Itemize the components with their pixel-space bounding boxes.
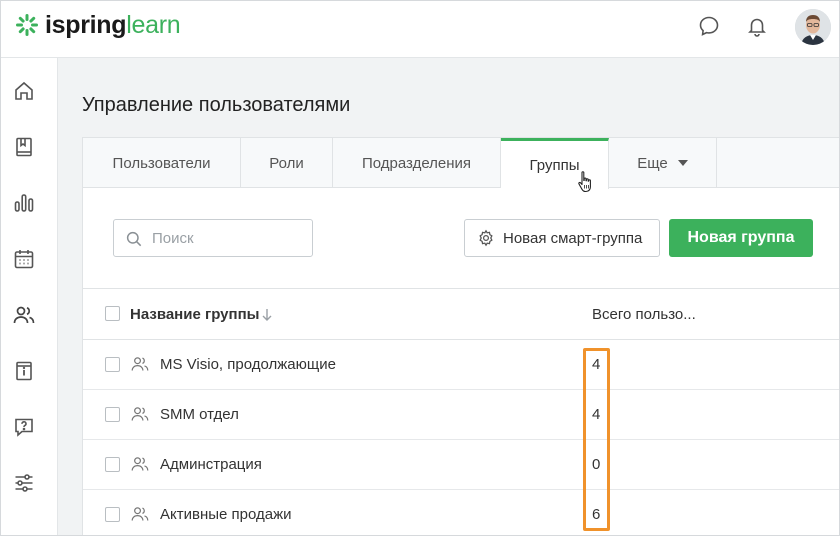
new-smart-group-label: Новая смарт-группа — [503, 229, 643, 247]
sidebar — [1, 58, 58, 535]
tab-groups-label: Группы — [529, 156, 580, 174]
chevron-down-icon — [677, 160, 688, 166]
main-content: Управление пользователями Пользователи Р… — [58, 58, 839, 535]
tab-users-label: Пользователи — [112, 154, 211, 172]
count-column-highlight — [583, 348, 610, 531]
column-header-name[interactable]: Название группы — [130, 306, 259, 323]
tab-departments-label: Подразделения — [361, 154, 472, 172]
table-row[interactable]: SMM отдел 4 — [83, 390, 839, 440]
chat-icon[interactable] — [697, 14, 721, 38]
group-name[interactable]: MS Visio, продолжающие — [160, 356, 336, 373]
group-icon — [131, 357, 149, 371]
table-row[interactable]: MS Visio, продолжающие 4 — [83, 340, 839, 390]
ispring-logo-icon — [16, 14, 38, 36]
search-input[interactable] — [152, 228, 302, 248]
search-icon — [126, 231, 142, 247]
logo[interactable]: ispringlearn — [15, 11, 181, 39]
top-bar: ispringlearn — [1, 1, 839, 58]
group-name[interactable]: Активные продажи — [160, 506, 292, 523]
groups-card: Пользователи Роли Подразделения Группы Е… — [82, 137, 839, 535]
bell-icon[interactable] — [745, 14, 769, 38]
table-header: Название группы Всего пользо... — [83, 288, 839, 340]
tab-more-label: Еще — [637, 154, 668, 172]
row-checkbox[interactable] — [105, 357, 120, 372]
user-avatar-icon — [795, 9, 831, 45]
table-row[interactable]: Активные продажи 6 — [83, 490, 839, 535]
column-header-total-users[interactable]: Всего пользо... — [592, 306, 696, 323]
select-all-checkbox[interactable] — [105, 306, 120, 321]
tab-bar: Пользователи Роли Подразделения Группы Е… — [83, 138, 839, 189]
group-icon — [131, 407, 149, 421]
row-checkbox[interactable] — [105, 407, 120, 422]
info-book-icon[interactable] — [12, 359, 36, 383]
logo-text-learn: learn — [126, 11, 181, 39]
tab-roles[interactable]: Роли — [241, 138, 333, 188]
sort-arrow-down-icon[interactable] — [261, 308, 273, 322]
new-smart-group-button[interactable]: Новая смарт-группа — [464, 219, 660, 257]
row-checkbox[interactable] — [105, 507, 120, 522]
help-icon[interactable] — [12, 415, 36, 439]
new-group-label: Новая группа — [687, 229, 795, 246]
page-title: Управление пользователями — [82, 94, 351, 116]
hand-pointer-cursor-icon — [578, 171, 591, 193]
group-icon — [131, 457, 149, 471]
settings-sliders-icon[interactable] — [12, 471, 36, 495]
calendar-icon[interactable] — [12, 247, 36, 271]
book-icon[interactable] — [12, 135, 36, 159]
gear-icon — [479, 229, 493, 247]
new-group-button[interactable]: Новая группа — [669, 219, 813, 257]
home-icon[interactable] — [12, 79, 36, 103]
group-name[interactable]: SMM отдел — [160, 406, 239, 423]
tab-departments[interactable]: Подразделения — [333, 138, 501, 188]
avatar[interactable] — [795, 9, 831, 45]
tab-more[interactable]: Еще — [609, 138, 717, 188]
row-checkbox[interactable] — [105, 457, 120, 472]
tab-users[interactable]: Пользователи — [83, 138, 241, 188]
table-row[interactable]: Админстрация 0 — [83, 440, 839, 490]
group-name[interactable]: Админстрация — [160, 456, 262, 473]
users-icon[interactable] — [12, 303, 36, 327]
tab-roles-label: Роли — [269, 154, 304, 172]
reports-icon[interactable] — [12, 191, 36, 215]
app-window: ispringlearn Управление пользователями П… — [0, 0, 840, 536]
group-icon — [131, 507, 149, 521]
logo-text-ispring: ispring — [45, 11, 127, 39]
search-field[interactable] — [113, 219, 313, 257]
logo-text: ispringlearn — [45, 11, 181, 39]
